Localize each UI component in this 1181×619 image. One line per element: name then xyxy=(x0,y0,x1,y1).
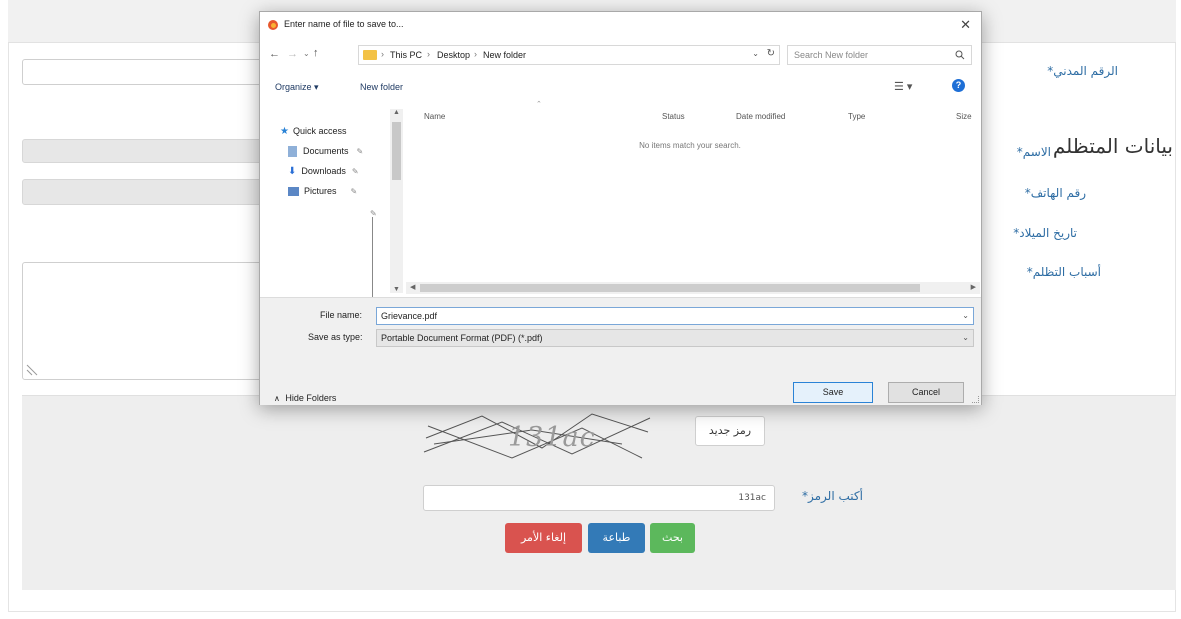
search-placeholder: Search New folder xyxy=(794,50,869,60)
save-type-select[interactable]: Portable Document Format (PDF) (*.pdf) ⌄ xyxy=(376,329,974,347)
pictures-icon xyxy=(288,186,299,196)
breadcrumb-sep-icon: › xyxy=(381,49,384,59)
pin-icon: ✎ xyxy=(350,186,358,196)
dob-label: تاريخ الميلاد* xyxy=(1013,226,1077,240)
resize-grip-icon[interactable] xyxy=(972,396,979,403)
file-name-input[interactable]: Grievance.pdf ⌄ xyxy=(376,307,974,325)
refresh-captcha-button[interactable]: رمز جديد xyxy=(695,416,765,446)
back-arrow-icon[interactable]: ← xyxy=(269,48,280,60)
phone-input[interactable] xyxy=(22,179,262,205)
forward-arrow-icon[interactable]: → xyxy=(287,48,298,60)
hide-folders-button[interactable]: ∧ Hide Folders xyxy=(274,393,336,403)
scroll-up-icon[interactable]: ▲ xyxy=(393,109,400,116)
file-list-hscrollbar[interactable]: ◀ ▶ xyxy=(406,282,980,294)
documents-icon xyxy=(288,145,297,157)
civil-id-label: الرقم المدني* xyxy=(1047,64,1118,78)
search-button[interactable]: بحث xyxy=(650,523,695,553)
captcha-image: 131ac xyxy=(422,408,654,464)
reasons-label: أسباب التظلم* xyxy=(1026,265,1101,279)
search-box[interactable]: Search New folder xyxy=(787,45,972,65)
name-label: الاسم* xyxy=(1016,145,1051,159)
pin-icon: ✎ xyxy=(351,166,359,176)
column-status[interactable]: Status xyxy=(662,112,685,121)
scroll-left-icon[interactable]: ◀ xyxy=(410,283,415,291)
file-name-value: Grievance.pdf xyxy=(381,311,438,321)
reasons-textarea[interactable] xyxy=(22,262,262,380)
folder-icon xyxy=(363,50,377,60)
dialog-titlebar[interactable]: Enter name of file to save to... ✕ xyxy=(260,12,981,38)
hide-folders-label: Hide Folders xyxy=(285,393,337,403)
file-name-dropdown-icon[interactable]: ⌄ xyxy=(962,308,969,324)
nav-downloads[interactable]: ⬇ Downloads ✎ xyxy=(288,161,359,181)
breadcrumb-sep-icon: › xyxy=(427,49,430,59)
recent-chevron-icon[interactable]: ⌄ xyxy=(303,49,310,58)
save-type-value: Portable Document Format (PDF) (*.pdf) xyxy=(381,333,543,343)
cancel-button-label: Cancel xyxy=(911,387,940,397)
download-icon: ⬇ xyxy=(288,165,297,177)
refresh-icon[interactable]: ↻ xyxy=(767,48,775,59)
nav-scroll-thumb[interactable] xyxy=(392,122,401,180)
address-bar[interactable]: › This PC › Desktop › New folder ⌄ ↻ xyxy=(358,45,780,65)
dialog-title: Enter name of file to save to... xyxy=(284,19,404,29)
view-options-icon[interactable]: ☰ ▾ xyxy=(894,80,912,93)
star-icon: ★ xyxy=(280,125,289,137)
save-button[interactable]: Save xyxy=(793,382,873,403)
print-button[interactable]: طباعة xyxy=(588,523,645,553)
scroll-right-icon[interactable]: ▶ xyxy=(971,283,976,291)
save-type-dropdown-icon[interactable]: ⌄ xyxy=(962,330,969,346)
column-size[interactable]: Size xyxy=(956,112,972,121)
file-name-label: File name: xyxy=(320,310,363,320)
close-icon[interactable]: ✕ xyxy=(960,17,971,33)
captcha-text: 131ac xyxy=(508,422,596,453)
chevron-up-icon: ∧ xyxy=(274,394,280,403)
cancel-order-button[interactable]: إلغاء الأمر xyxy=(505,523,582,553)
pin-icon: ✎ xyxy=(356,146,364,156)
nav-scrollbar[interactable]: ▲ ▼ xyxy=(390,109,403,293)
search-icon xyxy=(955,50,965,60)
captcha-input-label: أكتب الرمز* xyxy=(802,489,863,503)
section-title: بيانات المتظلم xyxy=(1052,134,1173,158)
column-date-modified[interactable]: Date modified xyxy=(736,112,785,121)
breadcrumb-this-pc[interactable]: This PC xyxy=(390,50,422,60)
phone-label: رقم الهاتف* xyxy=(1024,186,1086,200)
firefox-icon xyxy=(268,20,278,30)
save-button-label: Save xyxy=(822,387,844,397)
nav-downloads-label: Downloads xyxy=(301,166,346,176)
captcha-input-value: 131ac xyxy=(738,493,766,503)
nav-pane: ★ Quick access Documents ✎ ⬇ Downloads ✎… xyxy=(260,105,406,298)
help-icon[interactable]: ? xyxy=(952,79,965,92)
resize-grip-icon[interactable] xyxy=(26,364,38,376)
civil-id-input[interactable] xyxy=(22,59,262,85)
nav-quick-access[interactable]: ★ Quick access xyxy=(280,121,347,141)
nav-quick-access-label: Quick access xyxy=(292,126,347,136)
cancel-button[interactable]: Cancel xyxy=(888,382,964,403)
save-type-label: Save as type: xyxy=(308,332,363,342)
refresh-captcha-label: رمز جديد xyxy=(708,424,752,437)
address-dropdown-icon[interactable]: ⌄ xyxy=(752,49,759,58)
column-type[interactable]: Type xyxy=(848,112,865,121)
nav-pictures[interactable]: Pictures ✎ xyxy=(288,181,357,201)
empty-message: No items match your search. xyxy=(639,141,741,150)
nav-pictures-label: Pictures xyxy=(304,186,337,196)
organize-button[interactable]: Organize ▾ xyxy=(275,82,319,93)
nav-white-overlay xyxy=(280,217,373,298)
up-arrow-icon[interactable]: ↑ xyxy=(313,47,319,59)
nav-documents-label: Documents xyxy=(303,146,349,156)
breadcrumb-new-folder[interactable]: New folder xyxy=(483,50,526,60)
new-folder-button[interactable]: New folder xyxy=(360,82,403,92)
nav-documents[interactable]: Documents ✎ xyxy=(288,141,363,161)
name-input[interactable] xyxy=(22,139,262,163)
dialog-bottom: File name: Grievance.pdf ⌄ Save as type:… xyxy=(260,297,981,405)
captcha-input[interactable]: 131ac xyxy=(423,485,775,511)
breadcrumb-desktop[interactable]: Desktop xyxy=(437,50,470,60)
save-dialog: Enter name of file to save to... ✕ ← → ⌄… xyxy=(259,11,982,405)
breadcrumb-sep-icon: › xyxy=(474,49,477,59)
hscroll-thumb[interactable] xyxy=(420,284,920,292)
sort-indicator-icon: ⌃ xyxy=(536,101,542,108)
column-name[interactable]: Name xyxy=(424,112,445,121)
scroll-down-icon[interactable]: ▼ xyxy=(393,286,400,293)
